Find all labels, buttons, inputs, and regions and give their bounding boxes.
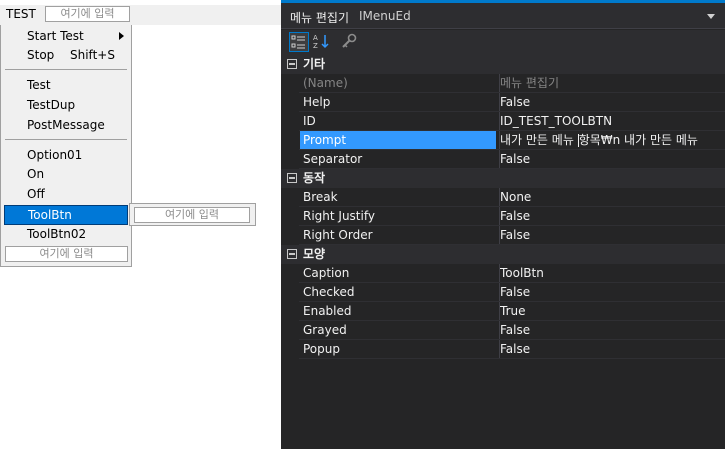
menu-item-label: Start Test — [27, 29, 84, 43]
property-value: 메뉴 편집기 — [500, 76, 560, 90]
property-name: Popup — [303, 342, 340, 356]
property-row-enabled[interactable]: Enabled True — [281, 302, 725, 321]
property-name: Grayed — [303, 323, 347, 337]
property-row-break[interactable]: Break None — [281, 188, 725, 207]
properties-panel: 메뉴 편집기 IMenuEd A Z 기타 (Name) 메뉴 편집기 Help… — [281, 0, 725, 449]
menu-item-label: Option01 — [27, 148, 83, 162]
property-value[interactable]: False — [500, 226, 725, 245]
property-pages-icon — [342, 33, 357, 48]
property-row-caption[interactable]: Caption ToolBtn — [281, 264, 725, 283]
property-value[interactable]: False — [500, 150, 725, 169]
prompt-text-after-caret: 항목₩n 내가 만든 메뉴 — [578, 133, 698, 147]
menu-item-label: ToolBtn02 — [27, 227, 87, 241]
property-name: Help — [303, 95, 331, 109]
menu-separator[interactable] — [5, 139, 127, 140]
menu-item-label: Test — [27, 78, 51, 92]
dropdown-arrow-icon[interactable] — [707, 14, 715, 19]
svg-text:Z: Z — [313, 42, 318, 50]
property-row-prompt[interactable]: Prompt 내가 만든 메뉴 항목₩n 내가 만든 메뉴 — [281, 131, 725, 150]
property-value[interactable]: True — [500, 302, 725, 321]
property-value[interactable]: False — [500, 207, 725, 226]
collapse-icon[interactable] — [287, 173, 297, 183]
menu-bar: TEST 여기에 입력 — [0, 5, 281, 25]
property-value[interactable]: False — [500, 283, 725, 302]
menu-item-testdup[interactable]: TestDup — [2, 95, 130, 115]
category-appearance[interactable]: 모양 — [281, 245, 725, 264]
svg-text:A: A — [313, 34, 318, 42]
property-name: Separator — [303, 152, 363, 166]
menu-item-shortcut: Shift+S — [70, 48, 115, 62]
category-label: 기타 — [303, 57, 326, 71]
properties-object-name: IMenuEd — [359, 9, 411, 23]
property-row-id[interactable]: ID ID_TEST_TOOLBTN — [281, 112, 725, 131]
property-name: Prompt — [300, 131, 496, 150]
property-name: Right Order — [303, 228, 373, 242]
submenu-type-here-input[interactable]: 여기에 입력 — [134, 207, 250, 223]
menu-item-label: Off — [27, 187, 45, 201]
property-value[interactable]: ID_TEST_TOOLBTN — [500, 112, 725, 131]
properties-object-selector[interactable]: 메뉴 편집기 IMenuEd — [281, 3, 725, 29]
menu-item-label: Stop — [27, 48, 55, 62]
menu-item-stop[interactable]: Stop Shift+S — [2, 45, 130, 65]
property-row-right-order[interactable]: Right Order False — [281, 226, 725, 245]
category-label: 동작 — [303, 171, 326, 185]
menubar-type-here-input[interactable]: 여기에 입력 — [45, 6, 130, 22]
property-name: Checked — [303, 285, 355, 299]
properties-title: 메뉴 편집기 — [290, 11, 350, 25]
dropdown-type-here-input[interactable]: 여기에 입력 — [5, 246, 128, 262]
property-value[interactable]: ToolBtn — [500, 264, 725, 283]
alphabetical-icon: A Z — [313, 34, 329, 50]
category-behavior[interactable]: 동작 — [281, 169, 725, 188]
menu-item-label: On — [27, 167, 45, 181]
property-name: Enabled — [303, 304, 352, 318]
menu-top-item-test[interactable]: TEST — [6, 7, 36, 21]
property-row-help[interactable]: Help False — [281, 93, 725, 112]
property-name: ID — [303, 114, 316, 128]
property-value[interactable]: None — [500, 188, 725, 207]
dropdown-menu: Start Test Stop Shift+S Test TestDup Pos… — [0, 25, 132, 267]
prompt-value-input[interactable]: 내가 만든 메뉴 항목₩n 내가 만든 메뉴 — [500, 131, 725, 150]
collapse-icon[interactable] — [287, 59, 297, 69]
property-row-right-justify[interactable]: Right Justify False — [281, 207, 725, 226]
property-row-name[interactable]: (Name) 메뉴 편집기 — [281, 74, 725, 93]
menu-item-label: ToolBtn — [28, 208, 72, 222]
submenu-panel: 여기에 입력 — [129, 203, 256, 226]
prompt-text-before-caret: 내가 만든 메뉴 — [500, 133, 578, 147]
property-name: Caption — [303, 266, 350, 280]
property-pages-button[interactable] — [340, 32, 360, 52]
menu-item-label: PostMessage — [27, 118, 105, 132]
menu-item-off[interactable]: Off — [2, 184, 130, 204]
menu-item-on[interactable]: On — [2, 164, 130, 184]
menu-item-postmessage[interactable]: PostMessage — [2, 115, 130, 135]
property-value[interactable]: False — [500, 93, 725, 112]
submenu-arrow-icon — [119, 32, 124, 40]
menu-item-label: TestDup — [27, 98, 76, 112]
category-misc[interactable]: 기타 — [281, 55, 725, 74]
menu-item-toolbtn[interactable]: ToolBtn — [4, 205, 128, 225]
menu-separator[interactable] — [5, 69, 127, 70]
menu-item-toolbtn02[interactable]: ToolBtn02 — [2, 224, 130, 244]
row-divider — [299, 358, 725, 359]
collapse-icon[interactable] — [287, 249, 297, 259]
menu-item-start-test[interactable]: Start Test — [2, 26, 130, 46]
property-value[interactable]: False — [500, 340, 725, 359]
property-value[interactable]: False — [500, 321, 725, 340]
categorized-icon — [291, 35, 305, 49]
property-row-popup[interactable]: Popup False — [281, 340, 725, 359]
menu-item-option01[interactable]: Option01 — [2, 145, 130, 165]
property-row-separator[interactable]: Separator False — [281, 150, 725, 169]
property-name: (Name) — [303, 76, 348, 90]
category-label: 모양 — [303, 247, 326, 261]
property-row-checked[interactable]: Checked False — [281, 283, 725, 302]
property-name: Right Justify — [303, 209, 375, 223]
categorized-button[interactable] — [289, 32, 309, 52]
alphabetical-button[interactable]: A Z — [312, 32, 332, 52]
properties-toolbar: A Z — [281, 30, 725, 55]
menu-designer: TEST 여기에 입력 Start Test Stop Shift+S Test… — [0, 0, 281, 449]
property-row-grayed[interactable]: Grayed False — [281, 321, 725, 340]
property-name: Break — [303, 190, 338, 204]
menu-item-test[interactable]: Test — [2, 75, 130, 95]
